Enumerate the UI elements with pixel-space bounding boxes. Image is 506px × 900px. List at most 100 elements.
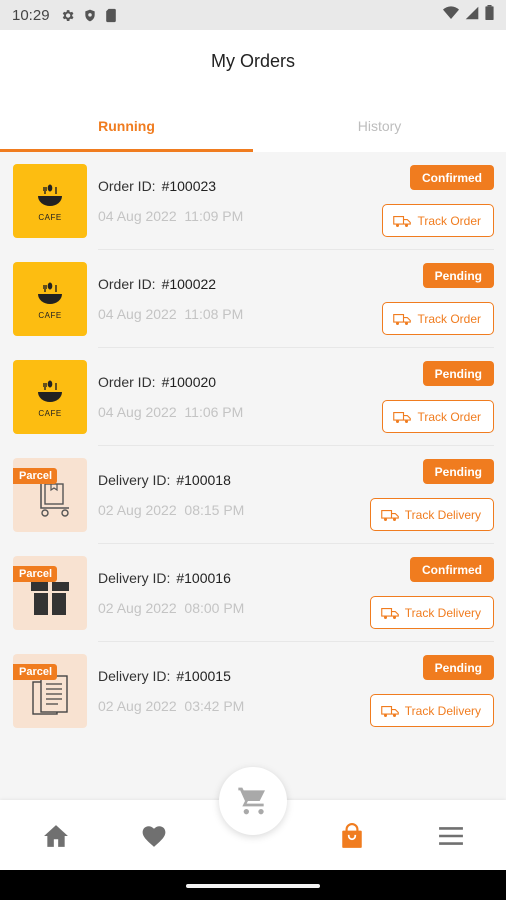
documents-icon — [32, 675, 68, 715]
track-button-label: Track Delivery — [404, 703, 481, 718]
page-title: My Orders — [210, 50, 295, 71]
id-label: Delivery ID: — [98, 668, 171, 684]
track-button-label: Track Delivery — [404, 507, 481, 522]
cart-button[interactable] — [219, 767, 287, 835]
id-number: #100015 — [176, 668, 231, 684]
delivery-id: Delivery ID: #100016 — [98, 570, 231, 586]
app-header: My Orders — [0, 30, 506, 92]
heart-icon[interactable] — [140, 822, 168, 850]
delivery-date: 02 Aug 2022 08:15 PM — [98, 502, 244, 518]
status-badge: Pending — [422, 459, 494, 484]
time-value: 03:42 PM — [184, 698, 245, 714]
id-label: Order ID: — [98, 178, 156, 194]
delivery-id: Delivery ID: #100015 — [98, 668, 231, 684]
cafe-logo: CAFE — [13, 164, 87, 238]
time-value: 08:00 PM — [184, 600, 245, 616]
delivery-id: Delivery ID: #100018 — [98, 472, 231, 488]
status-badge: Confirmed — [410, 557, 494, 582]
menu-icon[interactable] — [437, 822, 465, 850]
id-label: Order ID: — [98, 374, 156, 390]
home-gesture-bar[interactable] — [186, 884, 320, 888]
sim-card-icon — [105, 8, 117, 23]
shield-icon — [83, 8, 97, 23]
delivery-date: 02 Aug 2022 03:42 PM — [98, 698, 244, 714]
status-badge: Pending — [422, 263, 494, 288]
track-delivery-button[interactable]: Track Delivery — [369, 596, 494, 629]
orders-list: CAFE Order ID: #100023 04 Aug 2022 11:09 … — [0, 152, 506, 800]
list-item[interactable]: CAFE Order ID: #100022 04 Aug 2022 11:08 … — [0, 250, 506, 348]
parcel-thumbnail: Parcel — [13, 654, 87, 728]
delivery-truck-icon — [380, 607, 399, 619]
parcel-tag: Parcel — [13, 664, 58, 680]
bowl-icon — [38, 282, 62, 304]
order-date: 04 Aug 2022 11:09 PM — [98, 208, 243, 224]
shopping-bag-icon[interactable] — [338, 822, 366, 850]
date-value: 02 Aug 2022 — [98, 600, 177, 616]
tab-running[interactable]: Running — [0, 100, 253, 152]
track-button-label: Track Order — [417, 311, 481, 326]
track-delivery-button[interactable]: Track Delivery — [369, 498, 494, 531]
home-icon[interactable] — [42, 822, 70, 850]
parcel-tag: Parcel — [13, 566, 58, 582]
track-button-label: Track Order — [417, 213, 481, 228]
track-button-label: Track Delivery — [404, 605, 481, 620]
delivery-date: 02 Aug 2022 08:00 PM — [98, 600, 244, 616]
track-order-button[interactable]: Track Order — [382, 204, 494, 237]
time-value: 08:15 PM — [184, 502, 245, 518]
delivery-truck-icon — [380, 509, 399, 521]
order-date: 04 Aug 2022 11:06 PM — [98, 404, 243, 420]
list-item[interactable]: Parcel Delivery ID: #100018 02 Aug 2022 0… — [0, 446, 506, 544]
date-value: 04 Aug 2022 — [98, 404, 177, 420]
status-time: 10:29 — [12, 6, 50, 24]
track-order-button[interactable]: Track Order — [382, 400, 494, 433]
id-label: Delivery ID: — [98, 570, 171, 586]
track-button-label: Track Order — [417, 409, 481, 424]
id-number: #100016 — [176, 570, 231, 586]
order-tabs: Running History — [0, 100, 506, 152]
signal-icon — [465, 6, 479, 25]
status-badge: Confirmed — [410, 165, 494, 190]
time-value: 11:09 PM — [184, 208, 244, 224]
status-badge: Pending — [422, 361, 494, 386]
bowl-icon — [38, 380, 62, 402]
cafe-logo-text: CAFE — [38, 408, 62, 418]
delivery-truck-icon — [380, 705, 399, 717]
time-value: 11:08 PM — [184, 306, 244, 322]
cafe-logo: CAFE — [13, 360, 87, 434]
status-bar: 10:29 — [0, 0, 506, 30]
cart-icon — [238, 787, 265, 815]
order-date: 04 Aug 2022 11:08 PM — [98, 306, 243, 322]
gift-box-icon — [31, 582, 69, 615]
cafe-logo-text: CAFE — [38, 310, 62, 320]
date-value: 02 Aug 2022 — [98, 502, 177, 518]
id-number: #100022 — [161, 276, 217, 292]
battery-icon — [485, 5, 494, 25]
list-item[interactable]: CAFE Order ID: #100023 04 Aug 2022 11:09 … — [0, 152, 506, 250]
delivery-truck-icon — [393, 313, 412, 325]
list-item[interactable]: Parcel Delivery ID: #100016 02 Aug 2022 0… — [0, 544, 506, 642]
parcel-thumbnail: Parcel — [13, 458, 87, 532]
time-value: 11:06 PM — [184, 404, 244, 420]
status-badge: Pending — [422, 655, 494, 680]
date-value: 04 Aug 2022 — [98, 208, 177, 224]
id-number: #100023 — [161, 178, 217, 194]
gear-icon — [60, 8, 75, 23]
id-label: Order ID: — [98, 276, 156, 292]
order-id: Order ID: #100022 — [98, 276, 216, 292]
list-item[interactable]: CAFE Order ID: #100020 04 Aug 2022 11:06 … — [0, 348, 506, 446]
bowl-icon — [38, 184, 62, 206]
wifi-icon — [443, 5, 459, 25]
delivery-truck-icon — [393, 215, 412, 227]
order-id: Order ID: #100023 — [98, 178, 216, 194]
id-label: Delivery ID: — [98, 472, 171, 488]
cafe-logo-text: CAFE — [38, 212, 62, 222]
id-number: #100020 — [161, 374, 217, 390]
track-order-button[interactable]: Track Order — [382, 302, 494, 335]
tab-history[interactable]: History — [253, 100, 506, 152]
system-navigation-bar — [0, 870, 506, 900]
cafe-logo: CAFE — [13, 262, 87, 336]
order-id: Order ID: #100020 — [98, 374, 216, 390]
parcel-tag: Parcel — [13, 468, 58, 484]
list-item[interactable]: Parcel Delivery ID: #100015 02 Aug 2022 0… — [0, 642, 506, 740]
track-delivery-button[interactable]: Track Delivery — [369, 694, 494, 727]
